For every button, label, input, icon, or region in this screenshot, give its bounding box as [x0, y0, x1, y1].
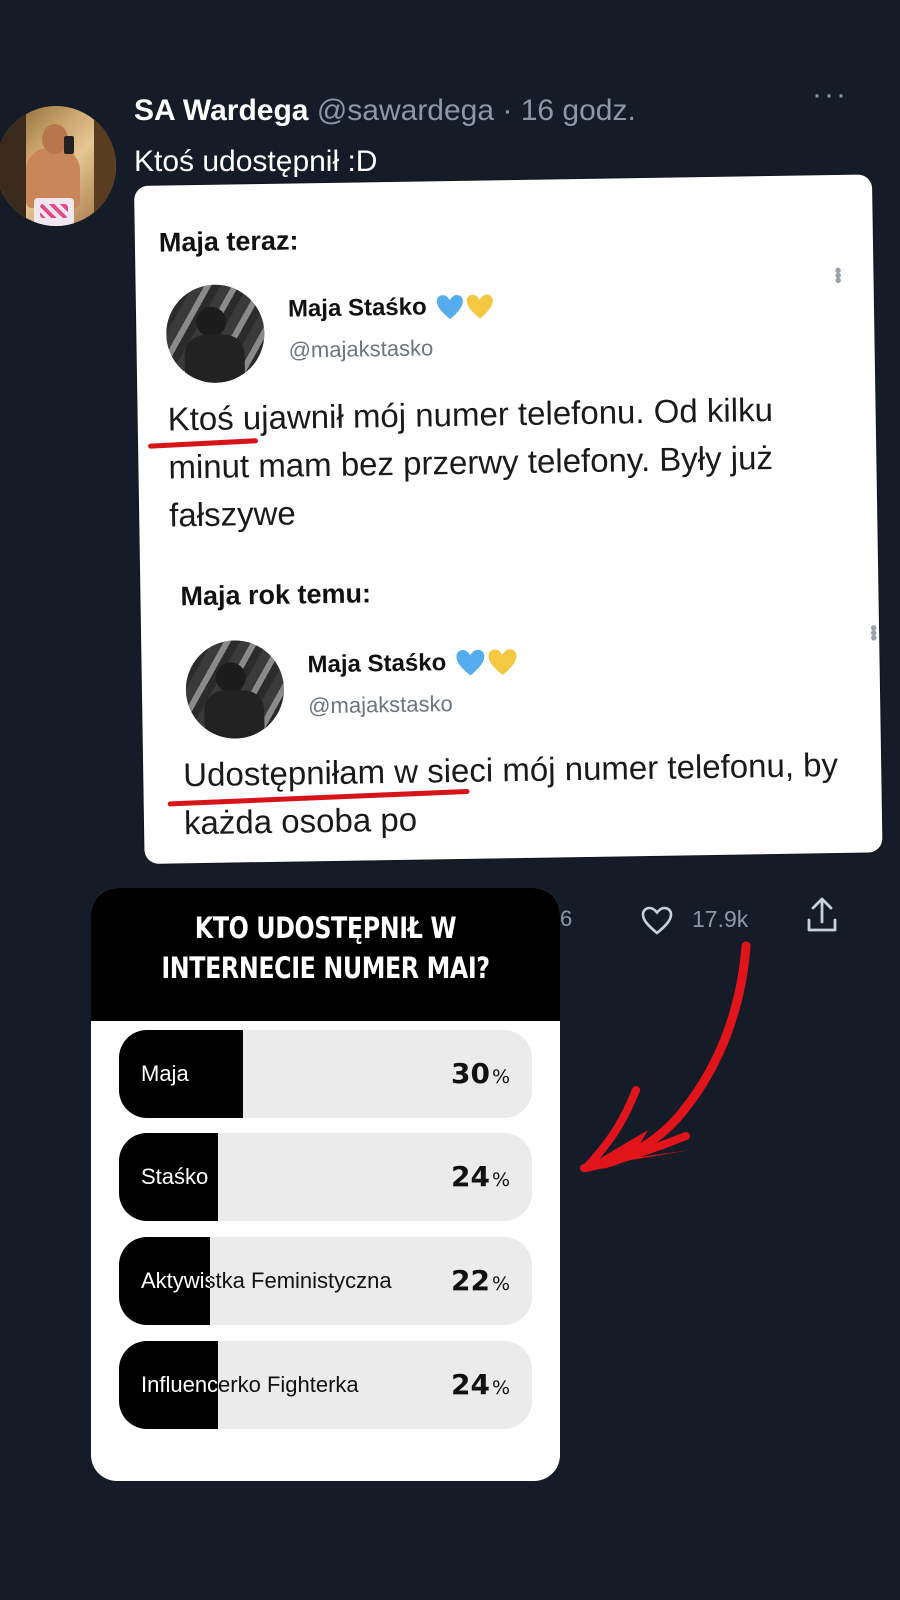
poll-header: KTO UDOSTĘPNIŁ W INTERNECIE NUMER MAI? [91, 888, 560, 1021]
poll-percent-value: 24 [450, 1160, 490, 1193]
poll-percent-value: 24 [450, 1368, 490, 1401]
heart-emoji-icon [456, 648, 517, 676]
poll-percent-value: 30 [450, 1057, 490, 1090]
red-arrow-icon [580, 941, 751, 1172]
poll-question: KTO UDOSTĘPNIŁ W INTERNECIE NUMER MAI? [161, 911, 490, 985]
quoted-more-icon: ••• [826, 266, 849, 283]
percent-sign: % [491, 1377, 510, 1399]
embedded-screenshot[interactable]: Maja teraz: Maja Staśko @majakstasko •••… [134, 174, 885, 864]
quoted-handle: @majakstasko [307, 691, 453, 719]
quoted-more-icon: ••• [861, 624, 885, 640]
quoted-avatar [185, 639, 285, 740]
poll-option-percent: 24% [451, 1341, 510, 1429]
avatar-body [203, 690, 265, 739]
poll-option[interactable]: Aktywistka Feministyczna 22% Aktywistka … [119, 1237, 532, 1325]
tweet-header: SA Wardega @sawardega · 16 godz. [134, 94, 636, 128]
label-year-ago: Maja rok temu: [180, 578, 372, 612]
poll-option[interactable]: Maja 30% Maja [119, 1030, 532, 1118]
poll-option-percent: 30% [451, 1030, 510, 1118]
percent-sign: % [491, 1169, 510, 1191]
quoted-name-text: Maja Staśko [307, 649, 447, 679]
quoted-handle: @majakstasko [288, 335, 434, 363]
quoted-avatar [165, 283, 266, 384]
percent-sign: % [491, 1273, 510, 1295]
quoted-name-text: Maja Staśko [287, 293, 427, 323]
tweet-time[interactable]: · 16 godz. [502, 94, 635, 127]
like-count: 17.9k [692, 906, 749, 932]
tweet-text: Ktoś udostępnił :D [134, 145, 378, 178]
author-avatar[interactable] [0, 106, 116, 226]
poll-percent-value: 22 [450, 1264, 490, 1297]
heart-emoji-icon [437, 294, 494, 319]
author-handle[interactable]: @sawardega [317, 94, 494, 127]
reply-count-partial: 6 [560, 906, 573, 931]
heart-icon[interactable] [640, 904, 674, 938]
quoted-name: Maja Staśko [307, 648, 517, 680]
quoted-body: Ktoś ujawnił mój numer telefonu. Od kilk… [167, 390, 774, 534]
quoted-body: Udostępniłam w sieci mój numer telefonu,… [182, 746, 839, 842]
avatar-bg-right [94, 106, 116, 226]
percent-sign: % [491, 1066, 510, 1088]
avatar-body [184, 334, 246, 384]
label-now: Maja teraz: [158, 225, 299, 258]
author-name[interactable]: SA Wardega [134, 94, 308, 127]
avatar-bg-left [0, 106, 26, 226]
poll-option-percent: 22% [451, 1237, 510, 1325]
more-options-icon[interactable]: ··· [812, 78, 848, 112]
poll-option-percent: 24% [451, 1133, 510, 1221]
poll-option-label-inverted: Staśko [141, 1164, 209, 1189]
avatar-shorts [34, 198, 74, 226]
avatar-phone [64, 136, 74, 154]
poll-card: KTO UDOSTĘPNIŁ W INTERNECIE NUMER MAI? M… [91, 888, 560, 1481]
poll-option[interactable]: Influencerko Fighterka 24% Influencerko … [119, 1341, 532, 1429]
quoted-name: Maja Staśko [288, 292, 494, 323]
poll-option[interactable]: Staśko 24% Staśko [119, 1133, 532, 1221]
poll-option-label-inverted: Maja [141, 1061, 189, 1086]
share-icon[interactable] [804, 896, 840, 936]
